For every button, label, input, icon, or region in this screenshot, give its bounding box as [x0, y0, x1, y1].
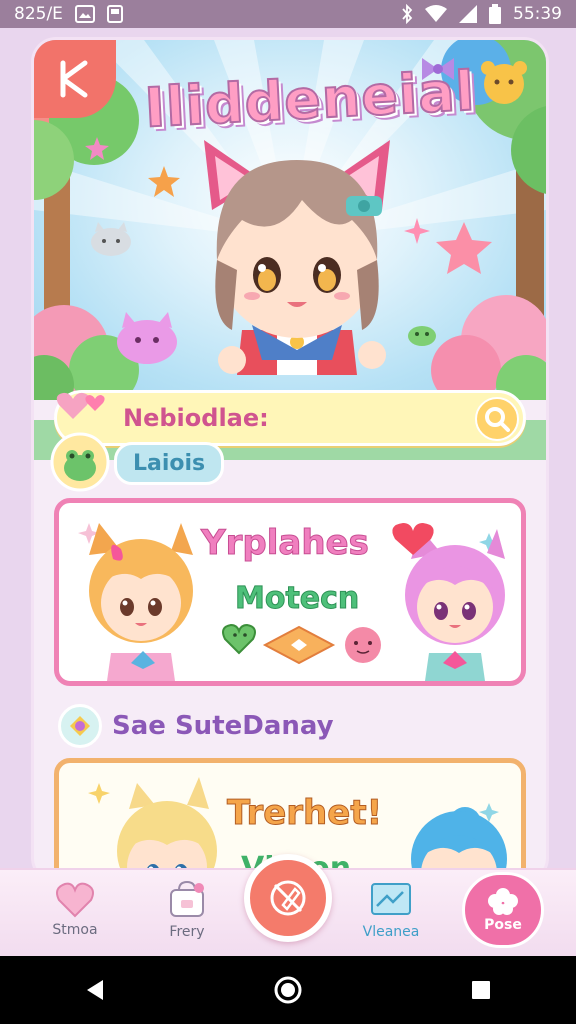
bluetooth-icon: [401, 4, 413, 24]
search-label: Nebiodlae:: [123, 404, 269, 432]
tab-label: Stmoa: [52, 922, 98, 938]
bear-plush-decor: [481, 61, 527, 104]
bow-decor: [422, 58, 454, 80]
more-button[interactable]: Pose: [462, 872, 544, 948]
tab-label: Frery: [169, 924, 205, 940]
search-button[interactable]: [475, 397, 519, 441]
flower-icon: [488, 888, 518, 915]
wifi-icon: [425, 5, 447, 23]
shop-icon: [170, 880, 204, 917]
app-logo[interactable]: [34, 40, 116, 118]
logo-k-icon: [60, 60, 88, 98]
star-decor: [436, 222, 492, 274]
frog-avatar[interactable]: [50, 432, 110, 492]
hero-banner: Iliddeneial: [34, 40, 546, 400]
tab-label: Vleanea: [362, 924, 420, 940]
feature-title: Yrplahes: [201, 523, 370, 564]
tab-vleanea[interactable]: Vleanea: [346, 880, 436, 950]
recents-icon[interactable]: [469, 978, 493, 1002]
search-icon: [485, 407, 510, 432]
section-header[interactable]: Sae SuteDanay: [58, 704, 334, 748]
system-nav-bar: [0, 956, 576, 1024]
category-tag[interactable]: Laiois: [114, 442, 225, 485]
feature-subtitle: Motecn: [234, 581, 360, 617]
heart-icon: [56, 882, 94, 918]
app-card: Iliddeneial Nebiodlae: Laiois Yrplahes M…: [34, 40, 546, 880]
news-title: Trerhet!: [226, 793, 383, 834]
signal-icon: [459, 5, 477, 23]
status-time-right: 55:39: [513, 4, 562, 24]
status-time-left: 825/E: [14, 4, 63, 24]
center-action-button[interactable]: [244, 854, 332, 942]
section-icon: [58, 704, 102, 748]
battery-icon: [489, 4, 501, 24]
news-icon: [371, 883, 411, 915]
ribbon-icon: [70, 716, 90, 736]
back-icon[interactable]: [83, 978, 107, 1002]
hearts-decor: [56, 392, 105, 419]
star-decor: [148, 166, 180, 197]
tab-frery[interactable]: Frery: [142, 880, 232, 950]
feature-card[interactable]: Yrplahes Motecn: [54, 498, 526, 686]
doc-notification-icon: [106, 5, 123, 23]
home-icon[interactable]: [273, 975, 303, 1005]
search-bar[interactable]: Nebiodlae:: [54, 390, 526, 446]
star-decor: [85, 137, 109, 160]
no-pen-icon: [270, 880, 306, 916]
image-notification-icon: [74, 5, 95, 23]
main-character-illustration: [204, 140, 390, 375]
section-title: Sae SuteDanay: [112, 711, 334, 741]
pink-cat-plush-decor: [117, 312, 177, 364]
tab-stmoa[interactable]: Stmoa: [30, 880, 120, 950]
more-label: Pose: [484, 917, 522, 933]
cat-plush-decor: [91, 222, 131, 256]
status-bar: 825/E 55:39: [0, 0, 576, 28]
